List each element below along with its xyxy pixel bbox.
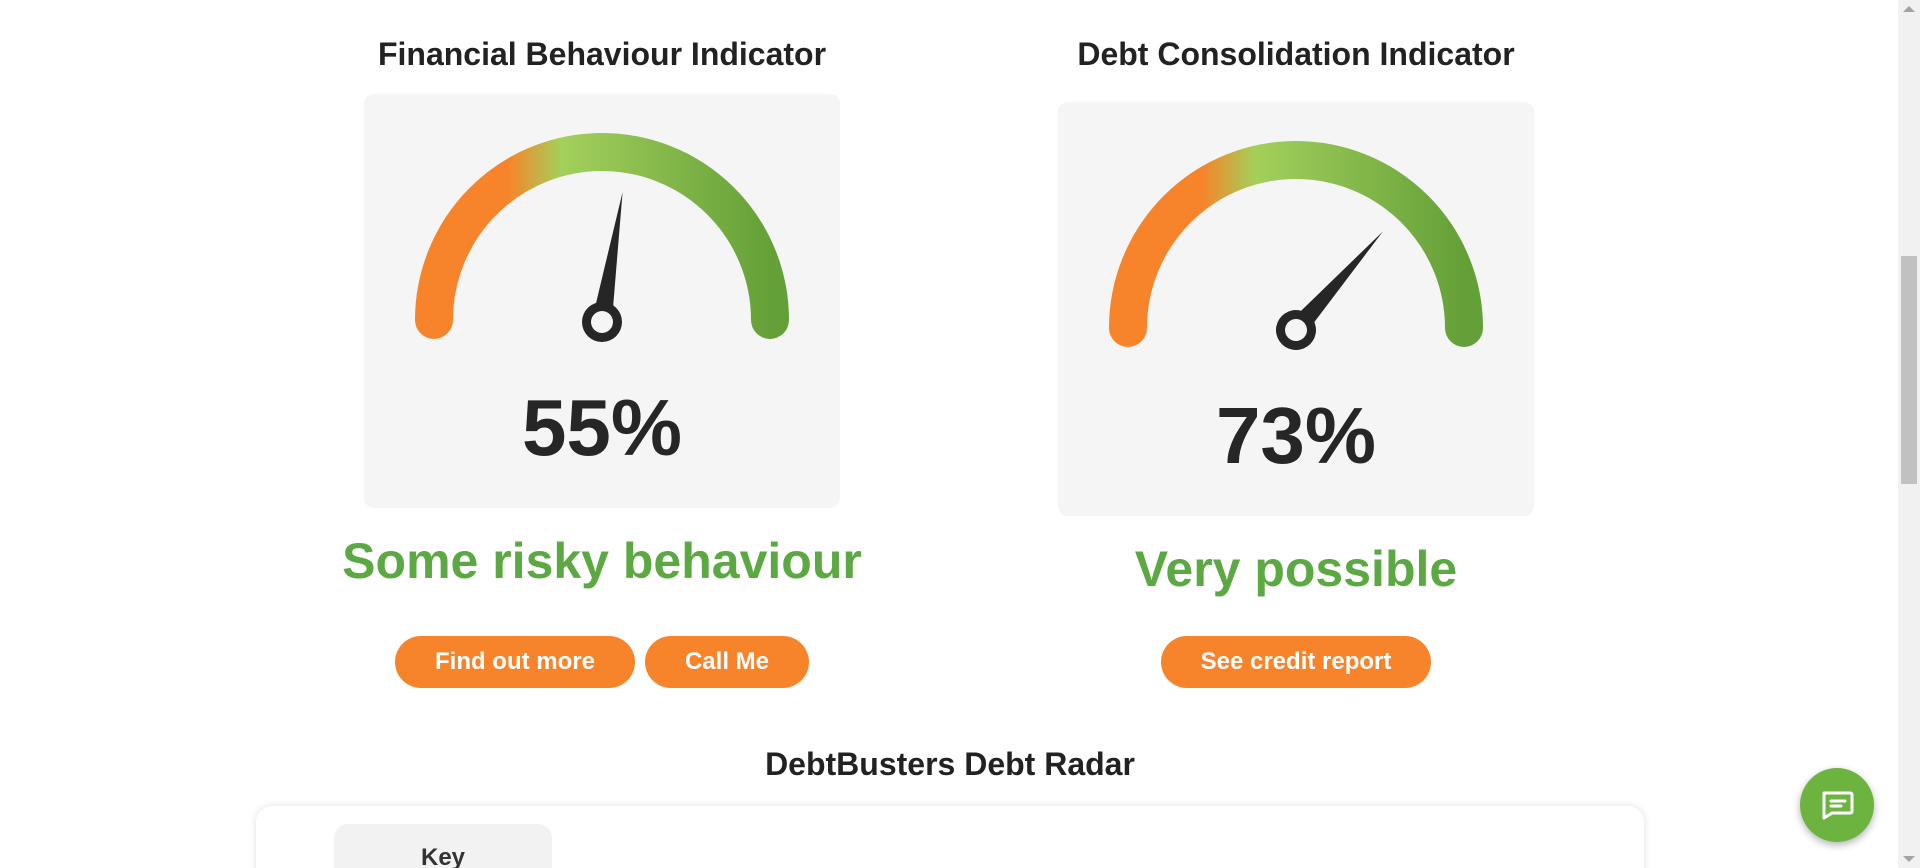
financial-indicator-title: Financial Behaviour Indicator xyxy=(377,36,827,72)
debt-radar-card: Key xyxy=(256,806,1644,868)
debt-button-row: See credit report xyxy=(1036,636,1556,688)
page: Financial Behaviour Indicator 55% Some r… xyxy=(0,0,1920,868)
radar-key-box: Key xyxy=(334,824,552,868)
debt-gauge-arc xyxy=(1109,141,1483,347)
debt-gauge-card: 73% xyxy=(1058,102,1534,516)
financial-button-row: Find out more Call Me xyxy=(342,636,862,688)
radar-key-label: Key xyxy=(420,844,466,868)
financial-status-text: Some risky behaviour xyxy=(342,533,862,589)
chat-button[interactable] xyxy=(1800,768,1874,842)
debt-gauge-needle xyxy=(1276,231,1383,350)
debt-indicator-title: Debt Consolidation Indicator xyxy=(1077,36,1515,72)
debt-status-text: Very possible xyxy=(1134,541,1458,597)
page-scrollbar-thumb[interactable] xyxy=(1901,256,1917,484)
call-me-button[interactable]: Call Me xyxy=(644,636,809,688)
financial-gauge-value: 55% xyxy=(521,383,683,472)
debt-gauge-value: 73% xyxy=(1215,391,1377,480)
financial-gauge-needle xyxy=(582,192,623,342)
debt-radar-title: DebtBusters Debt Radar xyxy=(765,746,1135,782)
scroll-down-arrow-icon[interactable] xyxy=(1903,856,1915,862)
chat-bubble-icon xyxy=(1822,791,1854,820)
find-out-more-button[interactable]: Find out more xyxy=(394,636,635,688)
financial-gauge-card: 55% xyxy=(364,94,840,508)
see-credit-report-button[interactable]: See credit report xyxy=(1160,636,1432,688)
scroll-up-arrow-icon[interactable] xyxy=(1903,6,1915,12)
